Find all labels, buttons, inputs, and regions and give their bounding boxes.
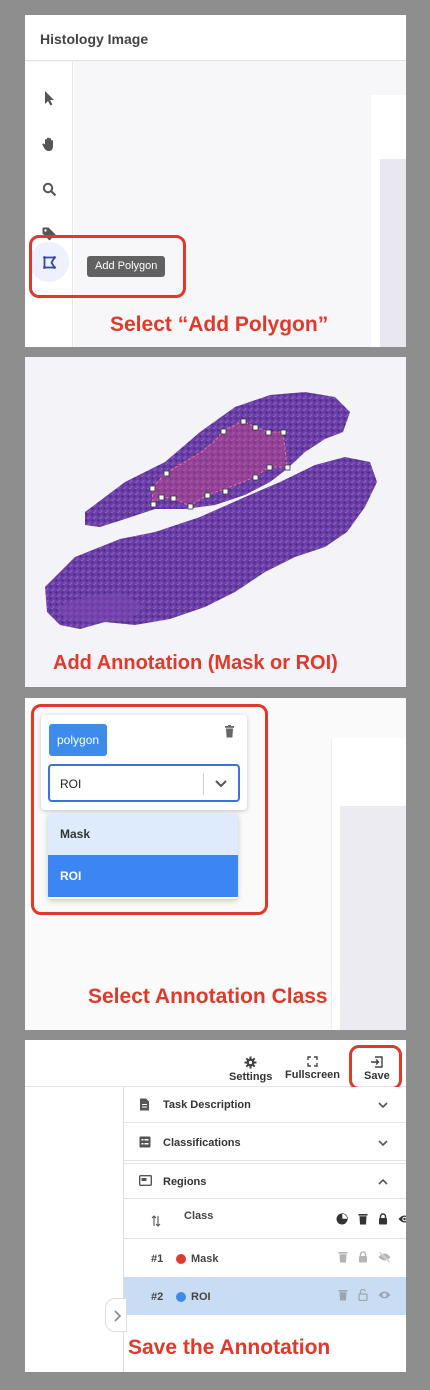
regions-header-row: Class	[124, 1201, 406, 1239]
class-color-dot	[176, 1254, 186, 1264]
fullscreen-button[interactable]: Fullscreen	[285, 1056, 340, 1081]
highlight-box	[349, 1045, 402, 1090]
sidebar-toggle-button[interactable]	[105, 1298, 127, 1332]
slide-thumbnail	[380, 159, 406, 347]
fullscreen-label: Fullscreen	[285, 1069, 341, 1081]
document-icon	[140, 1098, 149, 1111]
chevron-up-icon	[378, 1178, 388, 1185]
region-class: ROI	[191, 1291, 211, 1303]
slide-thumbnail	[340, 806, 406, 1030]
page-title: Histology Image	[40, 31, 149, 47]
list-icon	[139, 1136, 151, 1148]
chevron-right-icon	[114, 1310, 122, 1322]
tool-sidebar	[25, 62, 73, 347]
sort-icon[interactable]	[151, 1215, 161, 1227]
callout-add-annotation: Add Annotation (Mask or ROI)	[53, 652, 338, 674]
gear-icon	[244, 1056, 257, 1069]
search-icon[interactable]	[37, 177, 61, 201]
settings-button[interactable]: Settings	[229, 1056, 272, 1083]
panel-save: Settings Fullscreen Save Task Descriptio…	[25, 1040, 406, 1372]
fullscreen-icon	[307, 1056, 318, 1067]
regions-section[interactable]: Regions	[124, 1163, 406, 1199]
lock-icon[interactable]	[378, 1213, 388, 1225]
settings-label: Settings	[229, 1071, 273, 1083]
unlock-icon[interactable]	[358, 1289, 368, 1301]
task-description-title: Task Description	[163, 1099, 251, 1111]
region-row-roi[interactable]: #2 ROI	[124, 1277, 406, 1315]
regions-title: Regions	[163, 1176, 207, 1188]
panel-select-tool: Histology Image Add Polygon Select “Add …	[25, 15, 406, 347]
app-header: Histology Image	[25, 15, 406, 61]
callout-select-polygon: Select “Add Polygon”	[110, 313, 329, 336]
highlight-box	[29, 235, 186, 298]
image-canvas[interactable]	[74, 62, 406, 347]
row-actions	[338, 1251, 391, 1263]
trash-icon[interactable]	[338, 1251, 348, 1263]
trash-icon[interactable]	[358, 1213, 368, 1225]
highlight-box	[31, 704, 268, 915]
window-icon	[139, 1175, 152, 1186]
chevron-down-icon	[378, 1102, 388, 1109]
panel-annotation-class: polygon ROI Mask ROI Select Annotation C…	[25, 698, 406, 1030]
task-description-section[interactable]: Task Description	[124, 1087, 406, 1123]
region-class: Mask	[191, 1253, 219, 1265]
pie-chart-icon[interactable]	[336, 1213, 348, 1225]
classifications-section[interactable]: Classifications	[124, 1125, 406, 1161]
panel-histology-annotation: Add Annotation (Mask or ROI)	[25, 357, 406, 687]
classifications-title: Classifications	[163, 1137, 241, 1149]
region-number: #1	[151, 1253, 164, 1265]
trash-icon[interactable]	[338, 1289, 348, 1301]
lock-icon[interactable]	[358, 1251, 368, 1263]
eye-icon[interactable]	[378, 1289, 391, 1301]
eye-icon[interactable]	[398, 1213, 406, 1225]
class-column-header: Class	[184, 1210, 214, 1222]
chevron-down-icon	[378, 1140, 388, 1147]
right-sidebar: Task Description Classifications Regions…	[123, 1087, 406, 1372]
callout-save: Save the Annotation	[128, 1336, 331, 1359]
histology-image[interactable]	[25, 357, 406, 687]
cursor-icon[interactable]	[37, 86, 61, 110]
region-number: #2	[151, 1291, 164, 1303]
row-actions	[338, 1289, 391, 1301]
class-color-dot	[176, 1292, 186, 1302]
region-row-mask[interactable]: #1 Mask	[124, 1239, 406, 1277]
header-actions	[336, 1213, 406, 1225]
eye-off-icon[interactable]	[378, 1251, 391, 1263]
callout-select-class: Select Annotation Class	[88, 985, 328, 1008]
hand-icon[interactable]	[37, 132, 61, 156]
